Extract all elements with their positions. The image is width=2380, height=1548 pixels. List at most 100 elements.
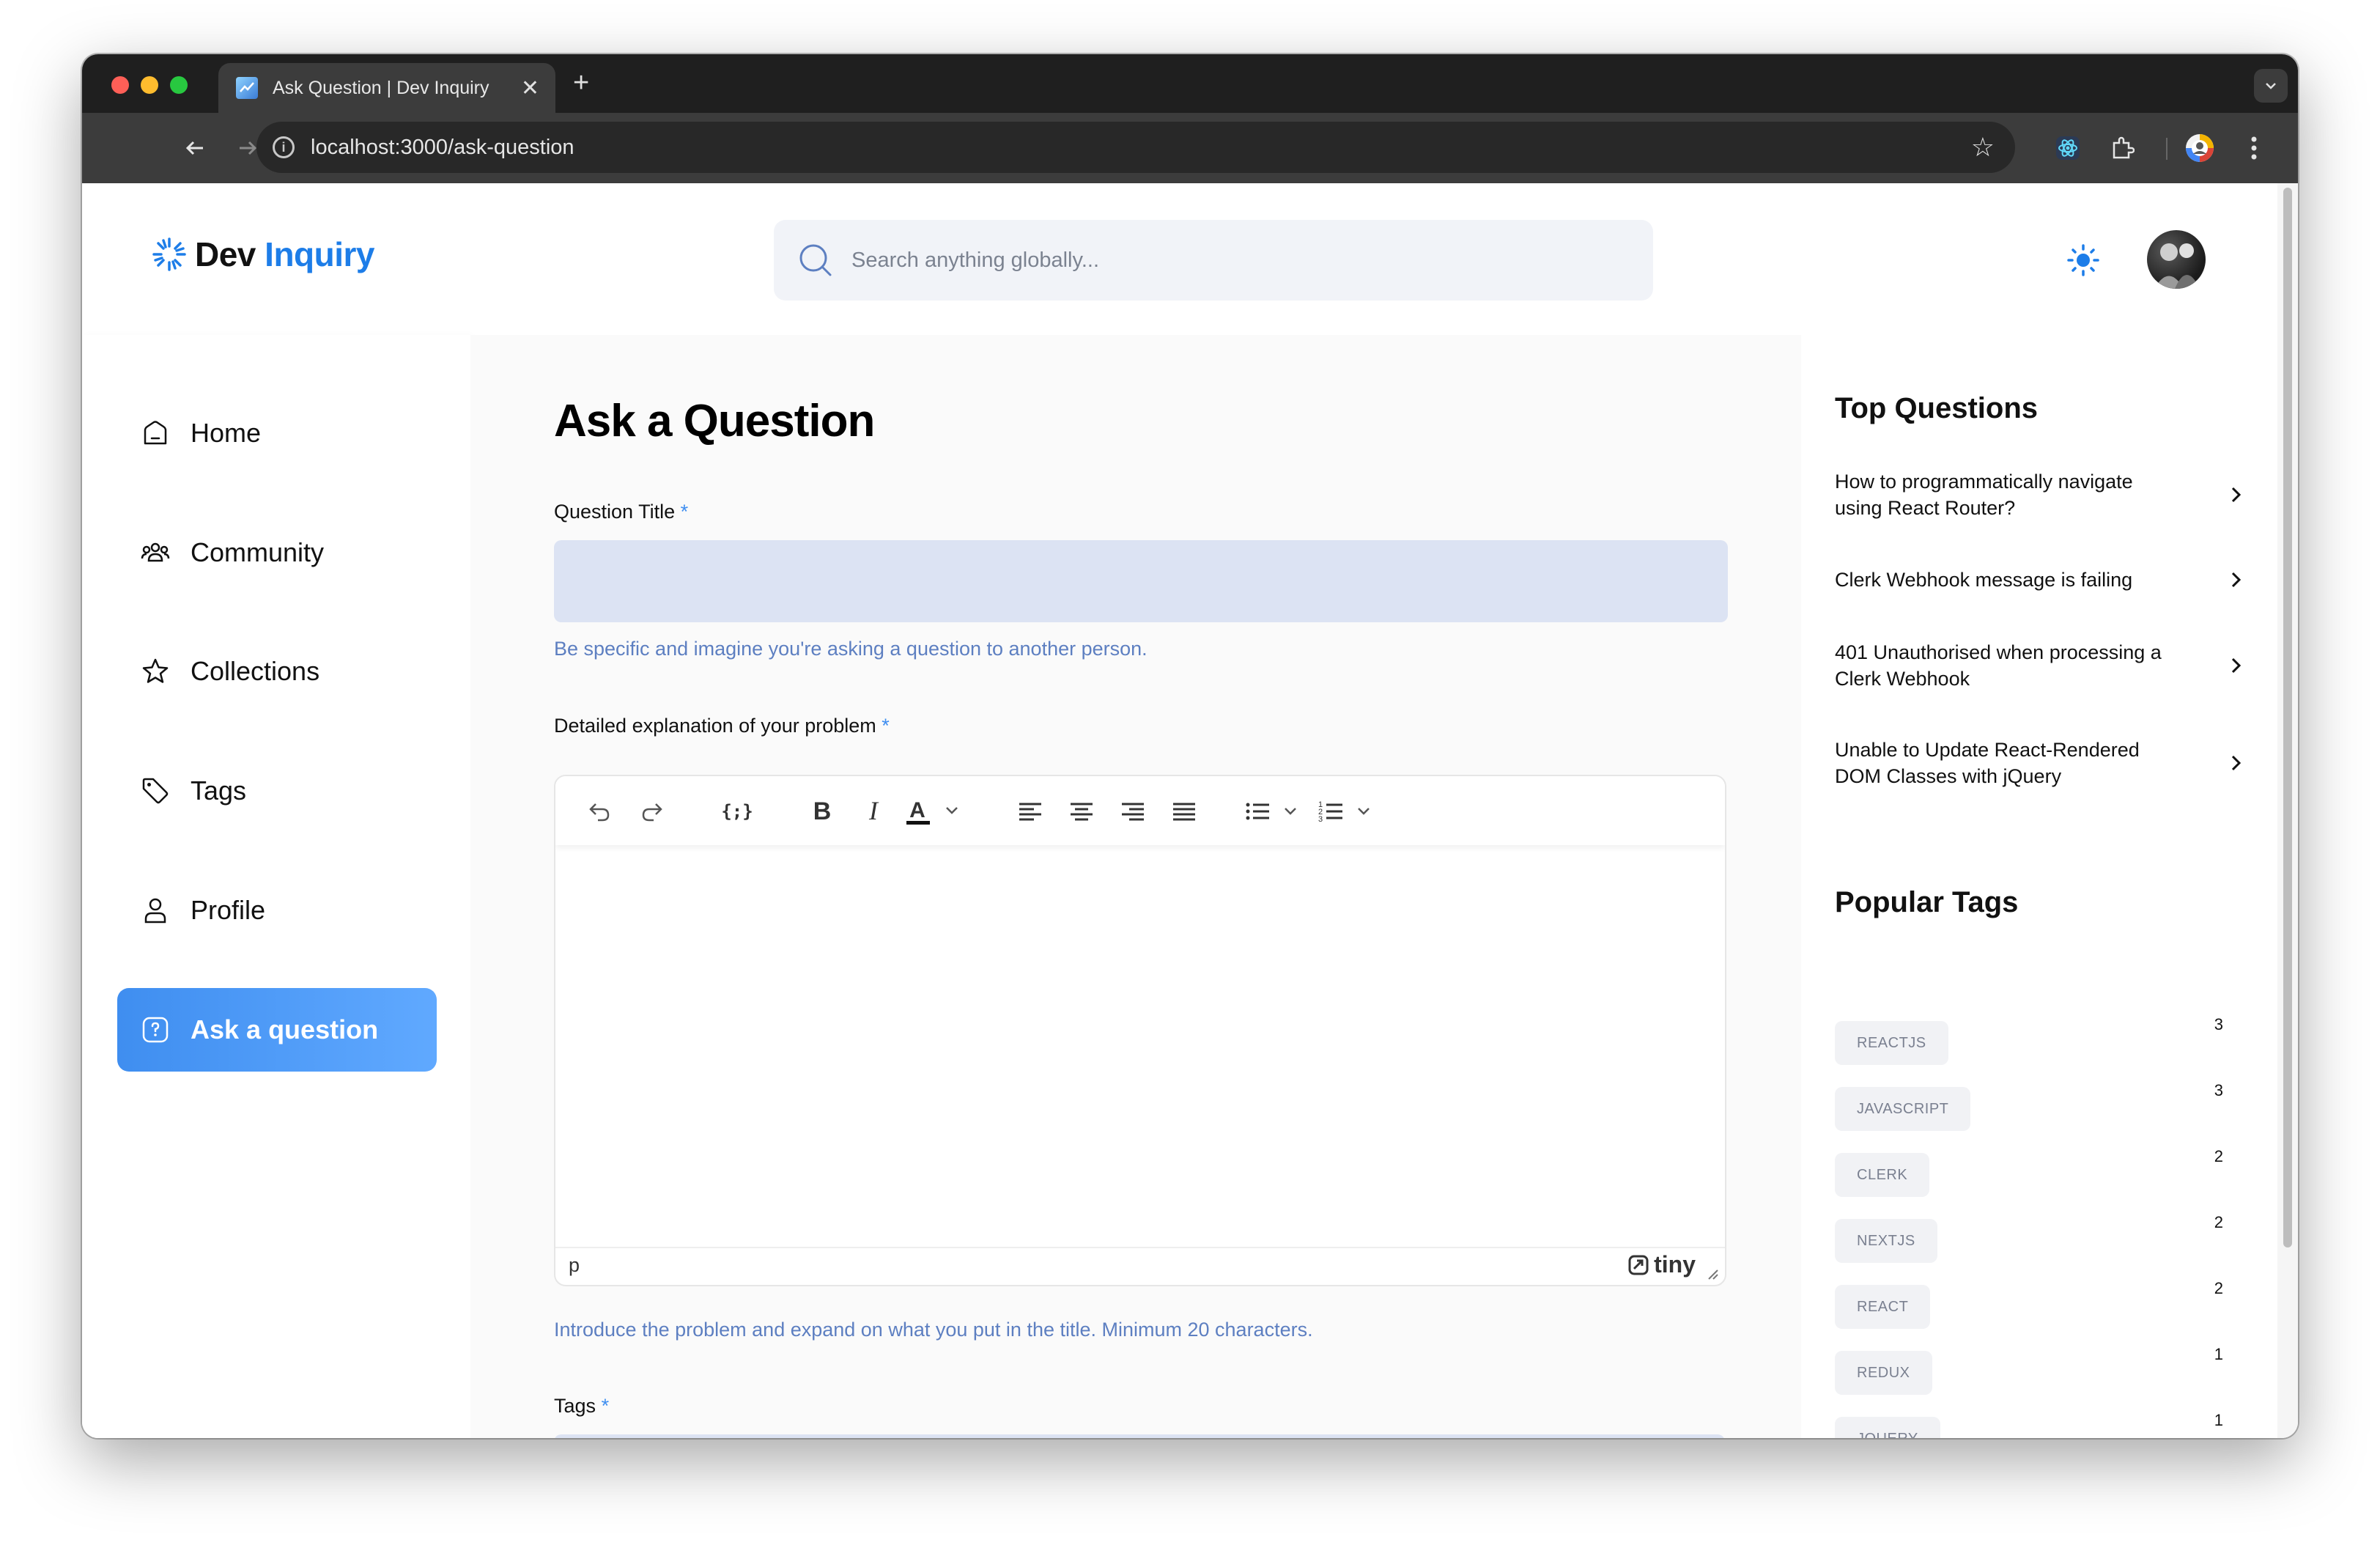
user-avatar[interactable] <box>2147 230 2206 289</box>
tags-input[interactable] <box>554 1434 1725 1438</box>
top-question-item[interactable]: 401 Unauthorised when processing a Clerk… <box>1835 639 2245 692</box>
tag-pill[interactable]: REDUX <box>1835 1351 1932 1395</box>
bold-icon: B <box>813 798 832 825</box>
search-input[interactable] <box>850 247 1586 273</box>
align-center-button[interactable] <box>1065 795 1098 828</box>
avatar-photo-icon <box>2154 243 2200 289</box>
popular-tag-row[interactable]: NEXTJS 2 <box>1835 1213 2223 1263</box>
right-sidebar: Top Questions How to programmatically na… <box>1801 335 2277 1438</box>
minimize-window-button[interactable] <box>141 76 158 94</box>
top-question-text: Unable to Update React-Rendered DOM Clas… <box>1835 739 2140 787</box>
sidebar-item-collections[interactable]: Collections <box>117 630 437 713</box>
align-right-button[interactable] <box>1117 795 1149 828</box>
popular-tags-title: Popular Tags <box>1835 886 2019 918</box>
sidebar-item-community[interactable]: Community <box>117 511 437 594</box>
popular-tag-row[interactable]: REACTJS 3 <box>1835 1015 2223 1065</box>
react-devtools-icon[interactable] <box>2050 130 2085 166</box>
redo-button[interactable] <box>636 795 668 828</box>
align-justify-button[interactable] <box>1168 795 1200 828</box>
top-question-item[interactable]: Unable to Update React-Rendered DOM Clas… <box>1835 737 2245 789</box>
browser-tab[interactable]: Ask Question | Dev Inquiry ✕ <box>218 63 555 113</box>
tag-pill[interactable]: CLERK <box>1835 1153 1930 1197</box>
maximize-window-button[interactable] <box>170 76 188 94</box>
element-path[interactable]: p <box>569 1254 580 1277</box>
tag-pill[interactable]: JQUERY <box>1835 1417 1940 1438</box>
logo-text: Dev Inquiry <box>195 235 375 274</box>
bullet-list-icon <box>1246 803 1296 820</box>
browser-window: Ask Question | Dev Inquiry ✕ + i localho… <box>82 54 2298 1438</box>
tag-count: 2 <box>2214 1279 2223 1297</box>
tag-pill[interactable]: NEXTJS <box>1835 1219 1937 1263</box>
svg-text:B: B <box>813 798 832 825</box>
back-button[interactable] <box>177 130 212 166</box>
tag-pill[interactable]: REACT <box>1835 1285 1931 1329</box>
main-content: Ask a Question Question Title * Be speci… <box>470 335 1801 1438</box>
tiny-brand[interactable]: tiny <box>1627 1251 1696 1278</box>
browser-menu-icon[interactable] <box>2236 130 2272 166</box>
undo-icon <box>589 803 610 822</box>
address-bar[interactable]: i localhost:3000/ask-question ☆ <box>256 122 2015 173</box>
top-question-item[interactable]: How to programmatically navigate using R… <box>1835 468 2245 521</box>
tab-title: Ask Question | Dev Inquiry <box>273 77 489 98</box>
tag-count: 3 <box>2214 1015 2223 1033</box>
popular-tag-row[interactable]: REDUX 1 <box>1835 1345 2223 1395</box>
tag-pill[interactable]: JAVASCRIPT <box>1835 1087 1971 1131</box>
top-questions-title: Top Questions <box>1835 392 2039 424</box>
chevron-right-icon <box>2228 750 2245 776</box>
close-window-button[interactable] <box>111 76 129 94</box>
chevron-down-icon <box>2266 83 2276 89</box>
sidebar-item-profile[interactable]: Profile <box>117 869 437 952</box>
page-scrollbar[interactable] <box>2277 183 2298 1438</box>
bold-button[interactable]: B <box>806 795 838 828</box>
tag-count: 1 <box>2214 1411 2223 1429</box>
logo-inquiry: Inquiry <box>265 235 375 273</box>
tab-search-button[interactable] <box>2254 69 2288 103</box>
popular-tag-row[interactable]: JQUERY 1 <box>1835 1411 2223 1438</box>
popular-tag-row[interactable]: REACT 2 <box>1835 1279 2223 1329</box>
tab-close-icon[interactable]: ✕ <box>521 75 539 101</box>
editor-toolbar: {;} B I A 1 2 3 <box>555 776 1725 845</box>
sidebar-item-label: Ask a question <box>191 1014 379 1044</box>
url-text[interactable]: localhost:3000/ask-question <box>311 136 1971 160</box>
toolbar-divider <box>2166 138 2168 160</box>
align-right-icon <box>1122 803 1144 821</box>
resize-handle-icon[interactable] <box>1706 1267 1719 1280</box>
sidebar-item-tags[interactable]: Tags <box>117 749 437 833</box>
scrollbar-thumb[interactable] <box>2283 188 2292 1247</box>
site-logo[interactable]: Dev Inquiry <box>151 235 375 274</box>
sidebar-item-home[interactable]: Home <box>117 391 437 475</box>
user-icon <box>139 894 171 926</box>
align-left-button[interactable] <box>1014 795 1046 828</box>
popular-tag-row[interactable]: CLERK 2 <box>1835 1147 2223 1197</box>
popular-tag-row[interactable]: JAVASCRIPT 3 <box>1835 1081 2223 1131</box>
question-title-label-text: Question Title <box>554 501 676 523</box>
svg-text:I: I <box>868 798 879 825</box>
svg-text:A: A <box>909 798 925 822</box>
required-mark: * <box>882 715 890 737</box>
browser-toolbar: i localhost:3000/ask-question ☆ <box>82 113 2298 183</box>
sidebar-item-label: Tags <box>191 775 247 806</box>
question-title-input[interactable] <box>554 540 1728 622</box>
italic-button[interactable]: I <box>857 795 890 828</box>
question-icon <box>139 1014 171 1046</box>
tag-pill[interactable]: REACTJS <box>1835 1021 1948 1065</box>
top-question-item[interactable]: Clerk Webhook message is failing <box>1835 567 2245 593</box>
bookmark-star-icon[interactable]: ☆ <box>1971 132 1995 163</box>
numbered-list-button[interactable]: 123 <box>1318 795 1379 828</box>
global-search[interactable] <box>774 220 1653 301</box>
svg-text:3: 3 <box>1318 815 1323 824</box>
code-sample-button[interactable]: {;} <box>721 795 753 828</box>
code-braces-icon: {;} <box>722 801 752 822</box>
undo-button[interactable] <box>583 795 616 828</box>
site-info-icon[interactable]: i <box>273 136 295 158</box>
editor-content-area[interactable] <box>555 845 1725 1247</box>
theme-toggle-button[interactable] <box>2065 242 2102 279</box>
tag-count: 2 <box>2214 1147 2223 1165</box>
bullet-list-button[interactable] <box>1244 795 1306 828</box>
text-color-button[interactable]: A <box>904 795 970 828</box>
extensions-icon[interactable] <box>2104 130 2140 166</box>
new-tab-button[interactable]: + <box>573 67 589 99</box>
profile-avatar-icon[interactable] <box>2182 130 2217 166</box>
home-icon <box>139 417 171 449</box>
sidebar-item-ask-question[interactable]: Ask a question <box>117 988 437 1072</box>
